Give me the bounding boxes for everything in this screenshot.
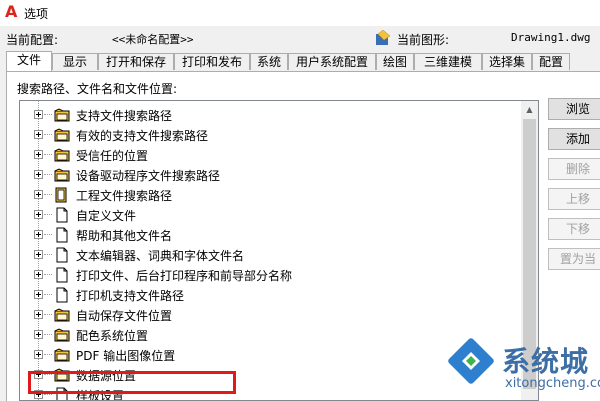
tree-row-label: 有效的支持文件搜索路径 xyxy=(76,129,209,143)
folder-icon xyxy=(54,308,70,322)
tree-connector xyxy=(44,174,52,175)
remove-button[interactable]: 删除 xyxy=(548,158,600,180)
set-current-button[interactable]: 置为当 xyxy=(548,248,600,270)
title-bar: A 选项 xyxy=(0,0,600,26)
folder-icon xyxy=(54,108,70,122)
move-up-button[interactable]: 上移 xyxy=(548,188,600,210)
window-title: 选项 xyxy=(24,7,49,21)
tree-connector xyxy=(44,194,52,195)
folder-icon xyxy=(54,328,70,342)
tree-row-label: 工程文件搜索路径 xyxy=(76,189,173,203)
config-row: 当前配置: <<未命名配置>> 当前图形: Drawing1.dwg xyxy=(0,30,600,48)
file-icon xyxy=(56,287,68,303)
search-paths-label: 搜索路径、文件名和文件位置: xyxy=(17,82,178,96)
tree-row-label: 配色系统位置 xyxy=(76,329,149,343)
tree-row[interactable]: 工程文件搜索路径 xyxy=(20,185,520,205)
tree-connector xyxy=(44,314,52,315)
tab-files[interactable]: 文件 xyxy=(6,51,52,71)
scroll-up-arrow-icon[interactable]: ▲ xyxy=(521,101,538,118)
folder-icon xyxy=(54,148,70,162)
tab-system[interactable]: 系统 xyxy=(250,53,288,70)
current-drawing-label: 当前图形: xyxy=(397,33,450,47)
expand-plus-icon[interactable] xyxy=(34,250,43,259)
tree-row-label: 支持文件搜索路径 xyxy=(76,109,173,123)
current-profile-label: 当前配置: xyxy=(6,33,59,47)
move-down-button[interactable]: 下移 xyxy=(548,218,600,240)
watermark-url: xitongcheng.com xyxy=(505,376,600,391)
browse-button[interactable]: 浏览 xyxy=(548,98,600,120)
tree-row-label: 文本编辑器、词典和字体文件名 xyxy=(76,249,245,263)
current-drawing-value: Drawing1.dwg xyxy=(511,31,591,44)
expand-plus-icon[interactable] xyxy=(34,230,43,239)
expand-plus-icon[interactable] xyxy=(34,190,43,199)
file-icon xyxy=(56,207,68,223)
tree-row[interactable]: PDF 输出图像位置 xyxy=(20,345,520,365)
tree-row-label: PDF 输出图像位置 xyxy=(76,349,176,363)
tree-row-label: 打印机支持文件路径 xyxy=(76,289,185,303)
tree-row[interactable]: 打印文件、后台打印程序和前导部分名称 xyxy=(20,265,520,285)
file-icon xyxy=(56,247,68,263)
tree-connector xyxy=(44,214,52,215)
tab-selection[interactable]: 选择集 xyxy=(482,53,532,70)
tree-row[interactable]: 配色系统位置 xyxy=(20,325,520,345)
current-profile-value: <<未命名配置>> xyxy=(112,33,194,46)
tree-row[interactable]: 设备驱动程序文件搜索路径 xyxy=(20,165,520,185)
tab-plot-publish[interactable]: 打印和发布 xyxy=(174,53,250,70)
folder-icon xyxy=(54,128,70,142)
autocad-logo-icon: A xyxy=(5,2,18,21)
tab-user-preferences[interactable]: 用户系统配置 xyxy=(288,53,376,70)
expand-plus-icon[interactable] xyxy=(34,330,43,339)
tree-connector xyxy=(44,274,52,275)
tree-connector xyxy=(44,334,52,335)
tree-row-label: 帮助和其他文件名 xyxy=(76,229,173,243)
drawing-file-icon xyxy=(376,30,391,45)
expand-plus-icon[interactable] xyxy=(34,110,43,119)
highlight-annotation-box xyxy=(28,371,236,394)
tree-row-label: 设备驱动程序文件搜索路径 xyxy=(76,169,221,183)
tree-row[interactable]: 有效的支持文件搜索路径 xyxy=(20,125,520,145)
tree-row-label: 打印文件、后台打印程序和前导部分名称 xyxy=(76,269,293,283)
tree-row[interactable]: 打印机支持文件路径 xyxy=(20,285,520,305)
tab-open-save[interactable]: 打开和保存 xyxy=(98,53,174,70)
tree-row-label: 自动保存文件位置 xyxy=(76,309,173,323)
tab-display[interactable]: 显示 xyxy=(52,53,98,70)
expand-plus-icon[interactable] xyxy=(34,310,43,319)
tab-drafting[interactable]: 绘图 xyxy=(376,53,414,70)
project-icon xyxy=(55,187,67,203)
tree-row[interactable]: 自定义文件 xyxy=(20,205,520,225)
tree-row[interactable]: 受信任的位置 xyxy=(20,145,520,165)
tree-connector xyxy=(44,114,52,115)
tree-connector xyxy=(44,134,52,135)
folder-icon xyxy=(54,168,70,182)
file-icon xyxy=(56,227,68,243)
expand-plus-icon[interactable] xyxy=(34,210,43,219)
add-button[interactable]: 添加 xyxy=(548,128,600,150)
expand-plus-icon[interactable] xyxy=(34,170,43,179)
expand-plus-icon[interactable] xyxy=(34,150,43,159)
tree-connector xyxy=(44,254,52,255)
tree-row[interactable]: 支持文件搜索路径 xyxy=(20,105,520,125)
tree-connector xyxy=(44,154,52,155)
tree-row[interactable]: 帮助和其他文件名 xyxy=(20,225,520,245)
tab-3d-modeling[interactable]: 三维建模 xyxy=(414,53,482,70)
expand-plus-icon[interactable] xyxy=(34,130,43,139)
watermark-text: 系统城 xyxy=(502,345,590,378)
tree-connector xyxy=(44,294,52,295)
tree-row-label: 自定义文件 xyxy=(76,209,137,223)
tree-connector xyxy=(44,234,52,235)
tree-connector xyxy=(44,354,52,355)
expand-plus-icon[interactable] xyxy=(34,270,43,279)
expand-plus-icon[interactable] xyxy=(34,350,43,359)
folder-icon xyxy=(54,348,70,362)
tree-row[interactable]: 自动保存文件位置 xyxy=(20,305,520,325)
tree-row-label: 受信任的位置 xyxy=(76,149,149,163)
xitongcheng-logo-icon xyxy=(448,338,494,384)
file-icon xyxy=(56,267,68,283)
tree-connector xyxy=(44,394,52,395)
tree-row[interactable]: 文本编辑器、词典和字体文件名 xyxy=(20,245,520,265)
expand-plus-icon[interactable] xyxy=(34,290,43,299)
tab-profiles[interactable]: 配置 xyxy=(532,53,570,70)
